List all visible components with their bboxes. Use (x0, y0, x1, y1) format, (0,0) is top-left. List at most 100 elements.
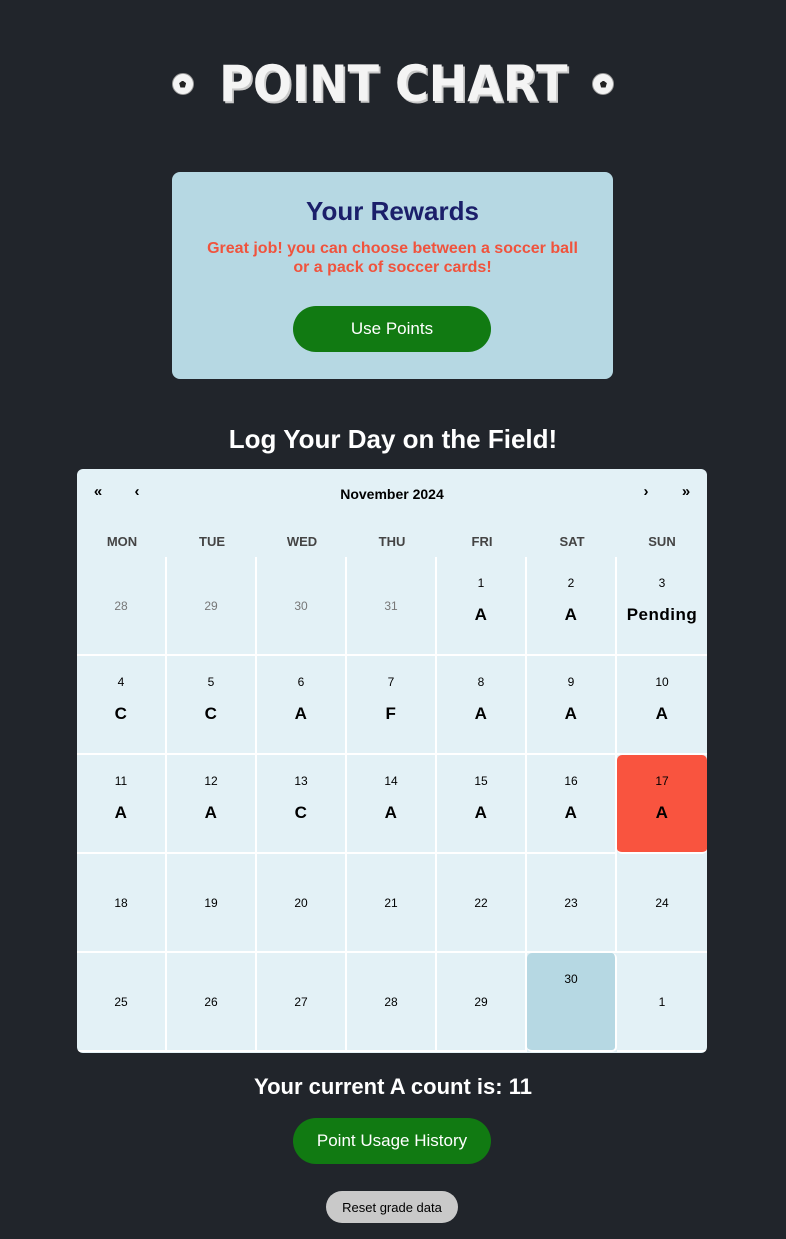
day-number: 12 (204, 774, 218, 788)
day-number: 27 (294, 995, 308, 1009)
calendar-day-cell[interactable]: 17 A (617, 755, 707, 854)
calendar-day-cell[interactable]: 7F (347, 656, 437, 755)
calendar-day-cell[interactable]: 30 (527, 953, 617, 1052)
rewards-panel: Your Rewards Great job! you can choose b… (172, 172, 613, 379)
calendar-day-cell[interactable]: 4C (77, 656, 167, 755)
calendar-day-cell[interactable]: 6A (257, 656, 347, 755)
day-number: 20 (294, 896, 308, 910)
day-grade: A (384, 803, 398, 822)
weekday-header: MON TUE WED THU FRI SAT SUN (77, 519, 707, 557)
page-title: Point Chart (218, 55, 568, 113)
day-grade: A (655, 704, 669, 723)
calendar-day-cell[interactable]: 12 A (167, 755, 257, 854)
day-grade: A (474, 605, 488, 624)
day-number: 3 (658, 576, 666, 590)
calendar-day-cell[interactable]: 23 (527, 854, 617, 953)
calendar-day-cell[interactable]: 30 (257, 557, 347, 656)
day-grade: A (294, 704, 308, 723)
day-number: 2 (567, 576, 575, 590)
use-points-button[interactable]: Use Points (293, 306, 491, 352)
day-number: 30 (564, 972, 578, 986)
calendar-day-cell[interactable]: 31 (347, 557, 437, 656)
day-number: 8 (477, 675, 485, 689)
day-number: 17 (655, 774, 669, 788)
calendar-day-cell[interactable]: 5C (167, 656, 257, 755)
day-number: 9 (567, 675, 575, 689)
calendar-day-cell[interactable]: 16 A (527, 755, 617, 854)
calendar-day-cell[interactable]: 11 A (77, 755, 167, 854)
day-grade: C (114, 704, 128, 723)
next-year-button[interactable]: » (676, 483, 696, 500)
reset-grade-data-button[interactable]: Reset grade data (326, 1191, 458, 1223)
calendar: « ‹ November 2024 › » MON TUE WED THU FR… (77, 469, 707, 1053)
day-number: 30 (294, 599, 308, 613)
calendar-day-cell[interactable]: 22 (437, 854, 527, 953)
day-number: 22 (474, 896, 488, 910)
calendar-day-cell[interactable]: 13 C (257, 755, 347, 854)
day-number: 4 (117, 675, 125, 689)
day-number: 26 (204, 995, 218, 1009)
day-number: 15 (474, 774, 488, 788)
calendar-day-cell[interactable]: 10 A (617, 656, 707, 755)
calendar-day-cell[interactable]: 3 Pending (617, 557, 707, 656)
day-number: 23 (564, 896, 578, 910)
day-grade: A (474, 704, 488, 723)
day-grade: A (204, 803, 218, 822)
day-number: 29 (204, 599, 218, 613)
day-grade: C (294, 803, 308, 822)
point-usage-history-button[interactable]: Point Usage History (293, 1118, 491, 1164)
calendar-day-cell[interactable]: 19 (167, 854, 257, 953)
day-number: 10 (655, 675, 669, 689)
day-grade: A (564, 803, 578, 822)
day-grade: C (204, 704, 218, 723)
day-number: 24 (655, 896, 669, 910)
calendar-day-cell[interactable]: 28 (77, 557, 167, 656)
rewards-message: Great job! you can choose between a socc… (207, 240, 578, 276)
calendar-day-cell[interactable]: 24 (617, 854, 707, 953)
day-number: 25 (114, 995, 128, 1009)
calendar-day-cell[interactable]: 14 A (347, 755, 437, 854)
day-grade: F (385, 704, 397, 723)
month-label[interactable]: November 2024 (77, 486, 707, 502)
day-number: 1 (477, 576, 485, 590)
calendar-grid: 28 29 30 31 1 A 2 A 3 Pending 4 C 5 C 6 A 7 F 8 A 9 A 10 A 11 A 12… (77, 557, 707, 1052)
calendar-day-cell[interactable]: 9A (527, 656, 617, 755)
day-number: 21 (384, 896, 398, 910)
calendar-day-cell[interactable]: 15 A (437, 755, 527, 854)
calendar-day-cell[interactable]: 8A (437, 656, 527, 755)
day-number: 19 (204, 896, 218, 910)
next-month-button[interactable]: › (636, 483, 656, 500)
day-number: 18 (114, 896, 128, 910)
day-number: 6 (297, 675, 305, 689)
calendar-day-cell[interactable]: 28 (347, 953, 437, 1052)
a-count-text: Your current A count is: 11 (254, 1074, 532, 1099)
day-number: 29 (474, 995, 488, 1009)
day-number: 1 (658, 995, 666, 1009)
day-number: 31 (384, 599, 398, 613)
day-number: 13 (294, 774, 308, 788)
soccer-ball-icon (171, 73, 194, 95)
day-grade: A (474, 803, 488, 822)
calendar-day-cell[interactable]: 29 (167, 557, 257, 656)
calendar-day-cell[interactable]: 29 (437, 953, 527, 1052)
day-number: 11 (114, 774, 128, 788)
day-number: 14 (384, 774, 398, 788)
calendar-day-cell[interactable]: 21 (347, 854, 437, 953)
calendar-day-cell[interactable]: 1 (617, 953, 707, 1052)
calendar-day-cell[interactable]: 18 (77, 854, 167, 953)
soccer-ball-icon (592, 73, 615, 95)
day-number: 7 (387, 675, 395, 689)
calendar-day-cell[interactable]: 26 (167, 953, 257, 1052)
calendar-day-cell[interactable]: 27 (257, 953, 347, 1052)
day-grade: A (114, 803, 128, 822)
day-grade: Pending (626, 605, 698, 624)
calendar-day-cell[interactable]: 25 (77, 953, 167, 1052)
day-number: 28 (384, 995, 398, 1009)
calendar-day-cell[interactable]: 1A (437, 557, 527, 656)
calendar-day-cell[interactable]: 20 (257, 854, 347, 953)
day-number: 28 (114, 599, 128, 613)
calendar-day-cell[interactable]: 2A (527, 557, 617, 656)
day-grade: A (564, 605, 578, 624)
page-header: Point Chart (0, 52, 786, 116)
day-grade: A (655, 803, 669, 822)
